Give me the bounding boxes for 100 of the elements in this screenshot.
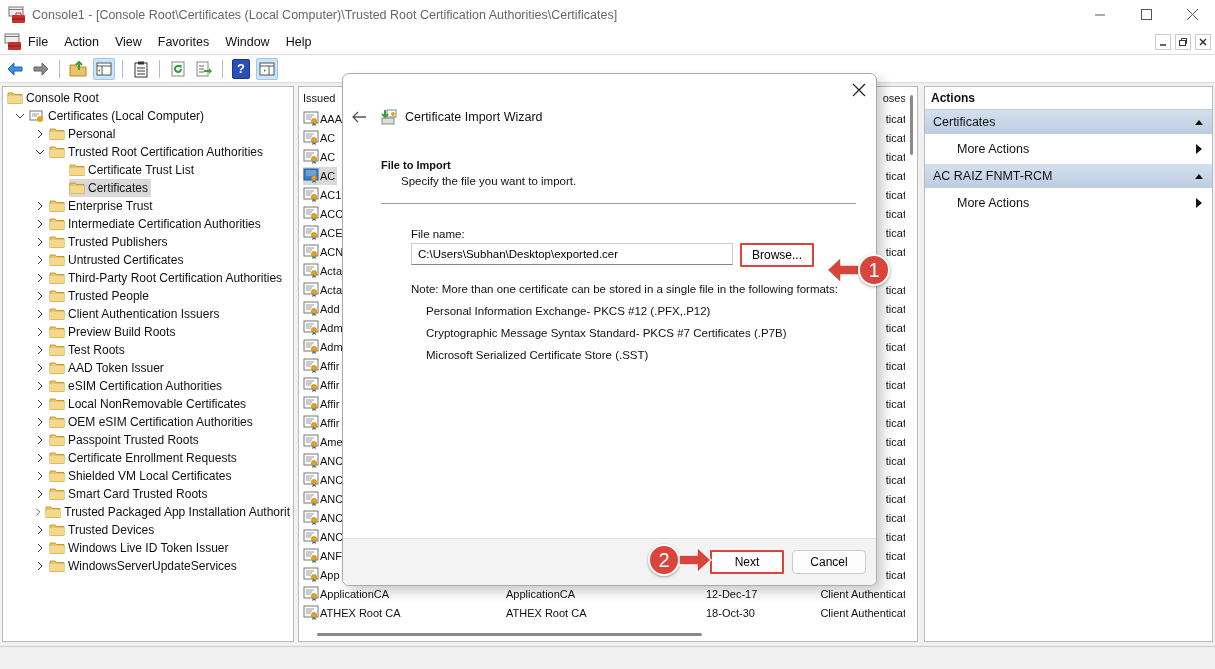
list-item[interactable]: AC <box>303 166 338 185</box>
section-header[interactable]: Certificates <box>925 110 1212 134</box>
tree-item[interactable]: WindowsServerUpdateServices <box>49 557 240 575</box>
list-item[interactable]: AC <box>303 147 338 166</box>
scrollbar[interactable] <box>909 95 913 155</box>
folder-icon[interactable] <box>69 59 87 78</box>
tree-item[interactable]: Certificate Trust List <box>69 161 198 179</box>
list-item[interactable]: Affir <box>303 356 342 375</box>
tree-item[interactable]: eSIM Certification Authorities <box>49 377 226 395</box>
browse-button[interactable]: Browse... <box>740 243 814 267</box>
list-item[interactable]: Adm <box>303 318 345 337</box>
list-item[interactable]: Add <box>303 299 342 318</box>
list-item[interactable]: ANC <box>303 508 346 527</box>
clipboard-icon[interactable] <box>132 59 150 78</box>
folder-icon <box>49 270 65 286</box>
list-item[interactable]: AC <box>303 128 338 147</box>
tree-item[interactable]: OEM eSIM Certification Authorities <box>49 413 256 431</box>
list-item[interactable]: AAA <box>303 109 344 128</box>
submenu-icon[interactable] <box>1196 198 1202 208</box>
tree-item[interactable]: Console Root <box>7 89 102 107</box>
tree-item[interactable]: Intermediate Certification Authorities <box>49 215 264 233</box>
list-item[interactable]: Acta <box>303 261 344 280</box>
table-cell: ticat <box>885 359 905 372</box>
tree-item[interactable]: Certificate Enrollment Requests <box>49 449 240 467</box>
list-item[interactable]: ACE <box>303 223 345 242</box>
restore-icon[interactable] <box>1175 34 1191 50</box>
tree-item[interactable]: Trusted Root Certification Authorities <box>49 143 266 161</box>
list-item[interactable]: ANC <box>303 489 346 508</box>
action-link[interactable]: More Actions <box>957 142 1030 156</box>
list-item[interactable]: ACN <box>303 242 346 261</box>
menu-item[interactable]: Window <box>217 35 278 49</box>
pane-button[interactable] <box>93 57 115 80</box>
tree-item[interactable]: Untrusted Certificates <box>49 251 187 269</box>
tree-item[interactable]: Preview Build Roots <box>49 323 179 341</box>
tree-item[interactable]: Certificates <box>69 179 152 197</box>
wizard-button[interactable]: Cancel <box>792 550 866 574</box>
menu-item[interactable]: Help <box>277 35 320 49</box>
action-link[interactable]: More Actions <box>957 196 1030 210</box>
folder-icon <box>49 342 65 358</box>
list-item[interactable]: App <box>303 565 342 584</box>
dialog-title: Certificate Import Wizard <box>405 110 543 124</box>
scrollbar[interactable] <box>317 632 702 636</box>
help-button[interactable]: ? <box>232 58 250 79</box>
list-item[interactable]: ANC <box>303 527 346 546</box>
table-cell: ticat <box>885 302 905 315</box>
list-item[interactable]: ACC <box>303 204 346 223</box>
list-item[interactable]: Affir <box>303 375 342 394</box>
certificate-icon <box>303 129 319 146</box>
collapse-icon[interactable] <box>1194 118 1204 126</box>
list-item[interactable]: ANC <box>303 451 346 470</box>
section-description: Specify the file you want to import. <box>400 175 578 189</box>
list-item[interactable]: ApplicationCA <box>303 584 392 603</box>
table-cell: ticat <box>885 188 905 201</box>
tree-item[interactable]: Trusted Packaged App Installation Authorit <box>45 503 293 521</box>
collapse-icon[interactable] <box>1194 172 1204 180</box>
certificate-icon <box>303 281 319 298</box>
tree-item[interactable]: Personal <box>49 125 119 143</box>
tree-item[interactable]: Smart Card Trusted Roots <box>49 485 211 503</box>
menu-item[interactable]: Favorites <box>149 35 218 49</box>
list-item[interactable]: Ame <box>303 432 345 451</box>
table-cell: ticat <box>885 131 905 144</box>
certificate-icon <box>303 566 319 583</box>
list-item[interactable]: ANC <box>303 470 346 489</box>
list-item[interactable]: AC1 <box>303 185 344 204</box>
list-item[interactable]: ANF <box>303 546 344 565</box>
tree-item[interactable]: Local NonRemovable Certificates <box>49 395 250 413</box>
close-icon[interactable] <box>852 83 866 97</box>
minimize-icon[interactable] <box>1155 34 1171 50</box>
tree-item[interactable]: Third-Party Root Certification Authorities <box>49 269 286 287</box>
table-cell: ticat <box>885 378 905 391</box>
file-name-field[interactable]: C:\Users\Subhan\Desktop\exported.cer <box>411 243 733 265</box>
app-icon <box>4 33 22 51</box>
section-header[interactable]: AC RAIZ FNMT-RCM <box>925 164 1212 188</box>
tree-item[interactable]: Windows Live ID Token Issuer <box>49 539 232 557</box>
tree-item[interactable]: Trusted Publishers <box>49 233 171 251</box>
list-item[interactable]: ATHEX Root CA <box>303 603 403 622</box>
wizard-button[interactable]: Next <box>710 550 784 574</box>
format-text: Cryptographic Message Syntax Standard- PKCS #7 Certificates (.P7B) <box>425 327 788 339</box>
list-item[interactable]: Adm <box>303 337 345 356</box>
tree-item[interactable]: Enterprise Trust <box>49 197 156 215</box>
submenu-icon[interactable] <box>1196 144 1202 154</box>
tree-item[interactable]: Certificates (Local Computer) <box>29 107 208 125</box>
menu-item[interactable]: View <box>106 35 150 49</box>
pane-button[interactable] <box>256 57 278 80</box>
tree-item[interactable]: AAD Token Issuer <box>49 359 167 377</box>
tree-item[interactable]: Test Roots <box>49 341 128 359</box>
export-icon[interactable] <box>195 59 213 78</box>
menu-item[interactable]: File <box>22 35 57 49</box>
list-item[interactable]: Affir <box>303 413 342 432</box>
list-item[interactable]: Affir <box>303 394 342 413</box>
tree-item[interactable]: Trusted People <box>49 287 152 305</box>
back-icon[interactable] <box>351 110 367 124</box>
menu-item[interactable]: Action <box>56 35 107 49</box>
tree-item[interactable]: Passpoint Trusted Roots <box>49 431 202 449</box>
tree-item[interactable]: Trusted Devices <box>49 521 158 539</box>
certificate-icon <box>303 186 319 203</box>
tree-item[interactable]: Shielded VM Local Certificates <box>49 467 235 485</box>
tree-item[interactable]: Client Authentication Issuers <box>49 305 223 323</box>
list-item[interactable]: Acta <box>303 280 344 299</box>
refresh-icon[interactable] <box>169 59 187 78</box>
